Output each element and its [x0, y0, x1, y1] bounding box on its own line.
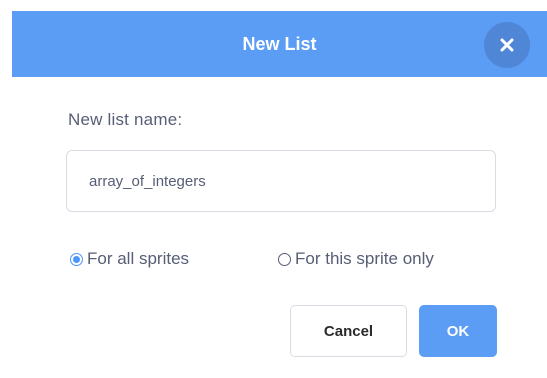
dialog-title: New List	[242, 34, 317, 54]
ok-button[interactable]: OK	[419, 305, 497, 357]
radio-for-all-sprites[interactable]: For all sprites	[70, 248, 189, 270]
radio-checked-indicator	[70, 252, 83, 266]
new-list-dialog: New List New list name: For all sprites …	[0, 0, 547, 378]
dialog-header: New List	[12, 11, 547, 77]
top-spacer	[0, 0, 547, 11]
close-icon	[500, 38, 514, 52]
radio-unchecked-indicator	[278, 252, 291, 266]
radio-label-all-sprites: For all sprites	[87, 249, 190, 268]
cancel-button[interactable]: Cancel	[290, 305, 407, 357]
radio-label-this-sprite: For this sprite only	[295, 249, 434, 268]
list-name-label: New list name:	[68, 110, 183, 129]
list-name-input[interactable]	[66, 150, 496, 212]
close-button[interactable]	[484, 22, 530, 68]
radio-for-this-sprite-only[interactable]: For this sprite only	[278, 248, 434, 270]
